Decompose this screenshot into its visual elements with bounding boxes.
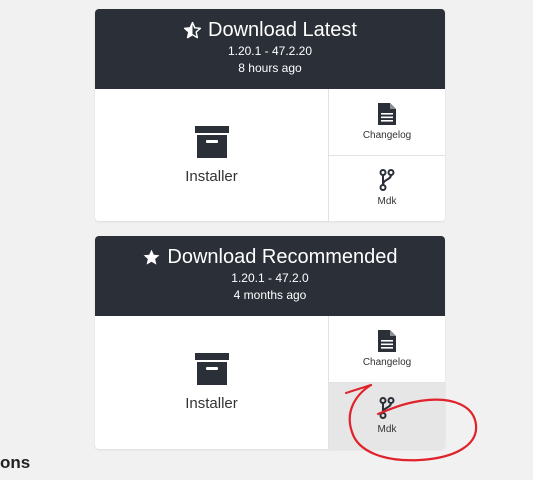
installer-label: Installer xyxy=(185,395,238,412)
mdk-label: Mdk xyxy=(377,424,397,435)
star-half-icon xyxy=(183,21,202,38)
branch-icon xyxy=(379,397,395,419)
document-icon xyxy=(378,330,396,352)
card-title-text: Download Latest xyxy=(208,19,357,41)
card-body: Installer Changelog Mdk xyxy=(95,316,445,449)
card-title: Download Latest xyxy=(95,17,445,43)
installer-button[interactable]: Installer xyxy=(95,89,329,221)
archive-box-icon xyxy=(194,125,229,158)
section-heading-partial: ons xyxy=(0,453,31,472)
version-text: 1.20.1 - 47.2.20 xyxy=(227,44,313,58)
mdk-button[interactable]: Mdk xyxy=(329,382,445,449)
card-header: Download Latest 1.20.1 - 47.2.20 8 hours… xyxy=(95,9,445,89)
version-text: 1.20.1 - 47.2.0 xyxy=(231,271,309,285)
changelog-button[interactable]: Changelog xyxy=(329,316,445,382)
download-recommended-card: Download Recommended 1.20.1 - 47.2.0 4 m… xyxy=(95,236,445,449)
card-title-text: Download Recommended xyxy=(167,246,398,268)
installer-label: Installer xyxy=(185,167,238,185)
changelog-label: Changelog xyxy=(362,129,412,141)
age-text: 4 months ago xyxy=(233,288,307,302)
document-icon xyxy=(378,102,396,125)
installer-button[interactable]: Installer xyxy=(95,316,329,449)
card-title: Download Recommended xyxy=(95,244,445,270)
side-actions: Changelog Mdk xyxy=(329,89,445,221)
archive-box-icon xyxy=(194,353,229,385)
download-latest-card: Download Latest 1.20.1 - 47.2.20 8 hours… xyxy=(95,9,445,221)
card-body: Installer Changelog Mdk xyxy=(95,89,445,221)
card-header: Download Recommended 1.20.1 - 47.2.0 4 m… xyxy=(95,236,445,316)
changelog-button[interactable]: Changelog xyxy=(329,89,445,155)
branch-icon xyxy=(379,169,395,192)
changelog-label: Changelog xyxy=(362,357,412,368)
mdk-button[interactable]: Mdk xyxy=(329,154,445,222)
mdk-label: Mdk xyxy=(377,196,397,208)
age-text: 8 hours ago xyxy=(238,61,302,75)
side-actions: Changelog Mdk xyxy=(329,316,445,449)
star-icon xyxy=(144,249,160,265)
